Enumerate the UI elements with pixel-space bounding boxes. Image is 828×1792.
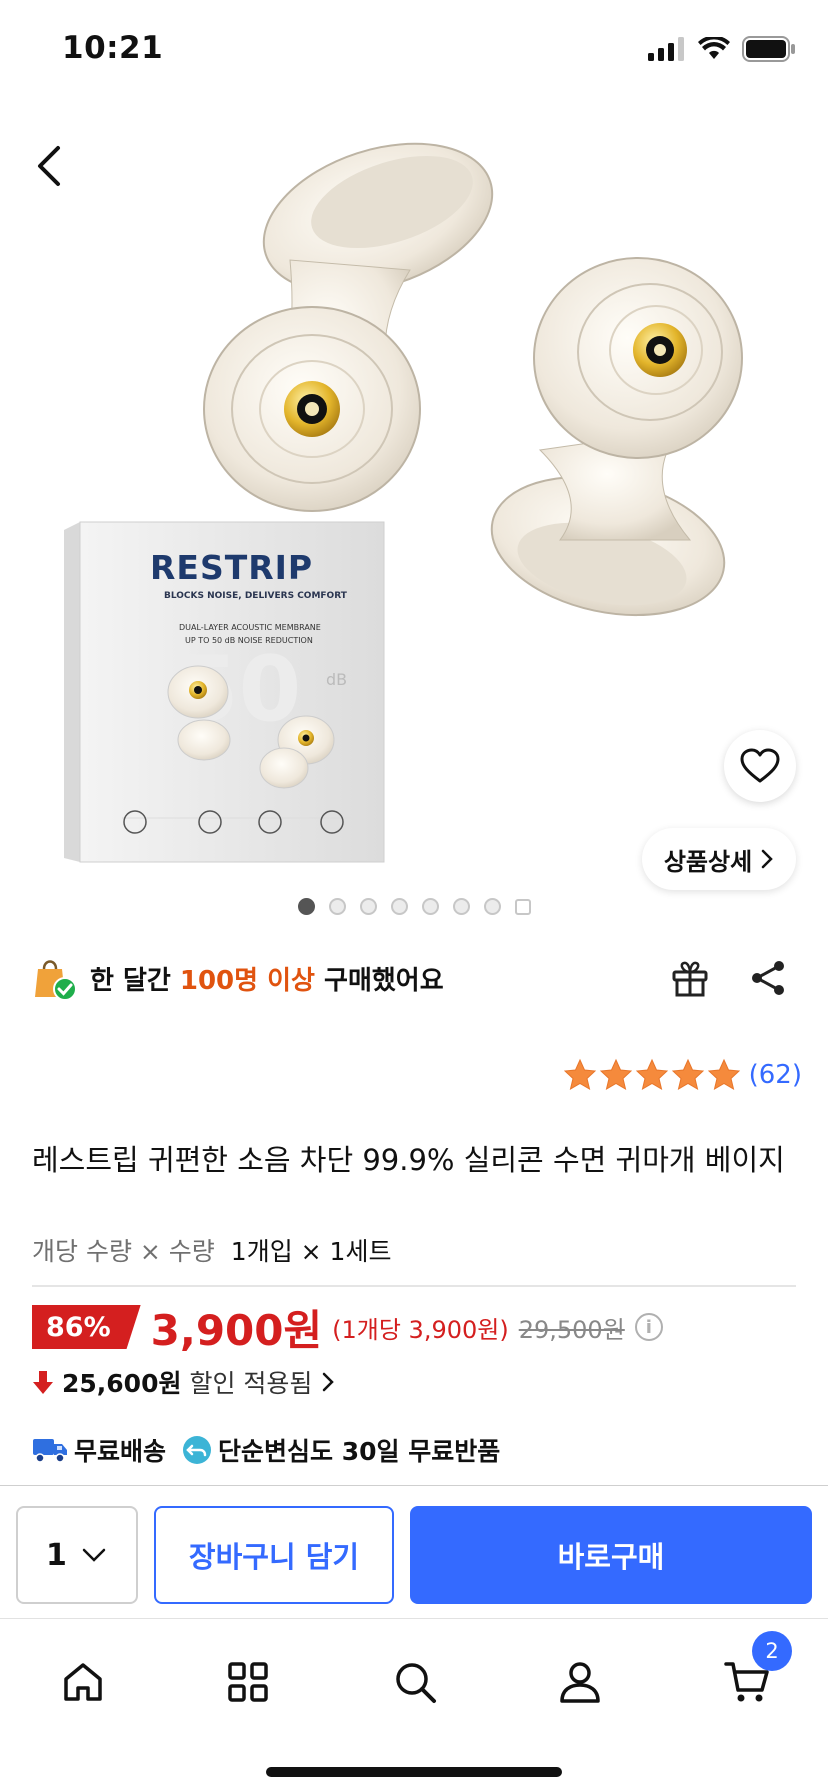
add-to-cart-button[interactable]: 장바구니 담기 <box>154 1506 394 1604</box>
share-button[interactable] <box>740 950 796 1006</box>
bottom-tab-bar: 2 <box>0 1618 828 1792</box>
box-tagline: BLOCKS NOISE, DELIVERS COMFORT <box>164 591 348 601</box>
gift-icon <box>672 961 708 997</box>
carousel-dot[interactable] <box>359 898 377 915</box>
carousel-dot[interactable] <box>421 898 439 915</box>
purchase-action-bar: 1 장바구니 담기 바로구매 <box>0 1485 828 1618</box>
star-icon <box>707 1058 740 1091</box>
purchase-highlight: 100명 이상 <box>179 965 315 996</box>
share-icon <box>752 961 784 995</box>
tab-home[interactable] <box>48 1647 118 1717</box>
box-brand: RESTRIP <box>150 548 313 587</box>
carousel-dot[interactable] <box>452 898 470 915</box>
carousel-indicator <box>0 898 828 915</box>
carousel-dot[interactable] <box>483 898 501 915</box>
shipping-row: 무료배송 단순변심도 30일 무료반품 <box>32 1428 500 1472</box>
product-detail-label: 상품상세 <box>663 847 753 876</box>
product-rating[interactable]: (62) <box>563 1058 802 1092</box>
back-button[interactable] <box>26 138 72 194</box>
box-db: dB <box>326 670 347 689</box>
signal-icon <box>648 37 684 61</box>
product-image-carousel[interactable]: RESTRIP BLOCKS NOISE, DELIVERS COMFORT D… <box>0 100 828 925</box>
star-icon <box>599 1058 632 1091</box>
tab-my-account[interactable] <box>545 1647 615 1717</box>
truck-icon <box>33 1439 67 1463</box>
option-label: 개당 수량 × 수량 <box>32 1237 215 1266</box>
price-row: 86% 3,900원 (1개당 3,900원) 29,500원 i <box>32 1302 663 1355</box>
star-icon <box>635 1058 668 1091</box>
heart-icon <box>740 748 780 783</box>
search-icon <box>396 1663 436 1703</box>
quantity-select[interactable]: 1 <box>16 1506 138 1604</box>
earplug-right <box>490 257 743 617</box>
product-title: 레스트립 귀편한 소음 차단 99.9% 실리콘 수면 귀마개 베이지 <box>32 1143 785 1177</box>
quantity-value: 1 <box>46 1537 67 1573</box>
free-shipping-label: 무료배송 <box>74 1437 167 1466</box>
divider <box>32 1285 796 1287</box>
discount-applied-row[interactable]: 25,600원 할인 적용됨 <box>32 1360 336 1404</box>
chevron-right-icon <box>761 849 773 869</box>
unit-price: (1개당 3,900원) <box>332 1315 509 1344</box>
option-value: 1개입 × 1세트 <box>230 1237 392 1266</box>
buy-now-button[interactable]: 바로구매 <box>410 1506 812 1604</box>
info-icon[interactable]: i <box>634 1313 663 1341</box>
discount-text: 할인 적용됨 <box>189 1369 313 1398</box>
return-policy-label: 단순변심도 30일 무료반품 <box>218 1437 501 1466</box>
earplug-left <box>203 142 494 512</box>
sale-price: 3,900원 <box>150 1305 323 1355</box>
status-bar: 10:21 <box>0 0 828 100</box>
product-box: RESTRIP BLOCKS NOISE, DELIVERS COMFORT D… <box>64 521 385 863</box>
star-icon <box>671 1058 704 1091</box>
original-price: 29,500원 <box>518 1315 625 1344</box>
star-icon <box>563 1058 596 1091</box>
purchase-count-row: 한 달간 100명 이상 구매했어요 <box>32 950 796 1006</box>
status-time: 10:21 <box>62 30 164 66</box>
chevron-left-icon <box>38 146 60 186</box>
home-icon <box>64 1663 102 1701</box>
purchase-suffix: 구매했어요 <box>314 965 444 996</box>
purchase-count-text: 한 달간 100명 이상 구매했어요 <box>90 960 444 997</box>
carousel-dot[interactable] <box>328 898 346 915</box>
chevron-down-icon <box>82 1548 106 1562</box>
wifi-icon <box>698 37 730 59</box>
user-icon <box>560 1662 600 1703</box>
grid-icon <box>228 1662 268 1702</box>
home-indicator <box>266 1767 562 1777</box>
review-count[interactable]: (62) <box>749 1060 802 1090</box>
product-detail-button[interactable]: 상품상세 <box>642 828 796 890</box>
carousel-detail-thumb-icon[interactable] <box>514 898 531 915</box>
arrow-down-icon <box>33 1371 53 1394</box>
favorite-button[interactable] <box>724 730 796 802</box>
carousel-dot[interactable] <box>390 898 408 915</box>
battery-icon <box>742 36 795 62</box>
product-image: RESTRIP BLOCKS NOISE, DELIVERS COMFORT D… <box>64 142 743 863</box>
chevron-right-icon <box>323 1372 335 1392</box>
option-row[interactable]: 개당 수량 × 수량 1개입 × 1세트 <box>32 1232 391 1268</box>
discount-amount: 25,600원 <box>62 1369 182 1398</box>
discount-rate-badge: 86% <box>32 1305 141 1349</box>
tab-cart[interactable]: 2 <box>712 1631 792 1717</box>
purchase-prefix: 한 달간 <box>90 965 180 996</box>
shopping-bag-check-icon <box>35 960 77 1001</box>
tab-categories[interactable] <box>213 1647 283 1717</box>
tab-search[interactable] <box>380 1647 450 1717</box>
cart-count-badge: 2 <box>752 1631 792 1671</box>
return-icon <box>183 1436 212 1464</box>
carousel-dot[interactable] <box>297 898 315 915</box>
box-line1: DUAL-LAYER ACOUSTIC MEMBRANE <box>179 623 321 632</box>
status-icons <box>648 36 796 62</box>
gift-button[interactable] <box>662 950 718 1006</box>
